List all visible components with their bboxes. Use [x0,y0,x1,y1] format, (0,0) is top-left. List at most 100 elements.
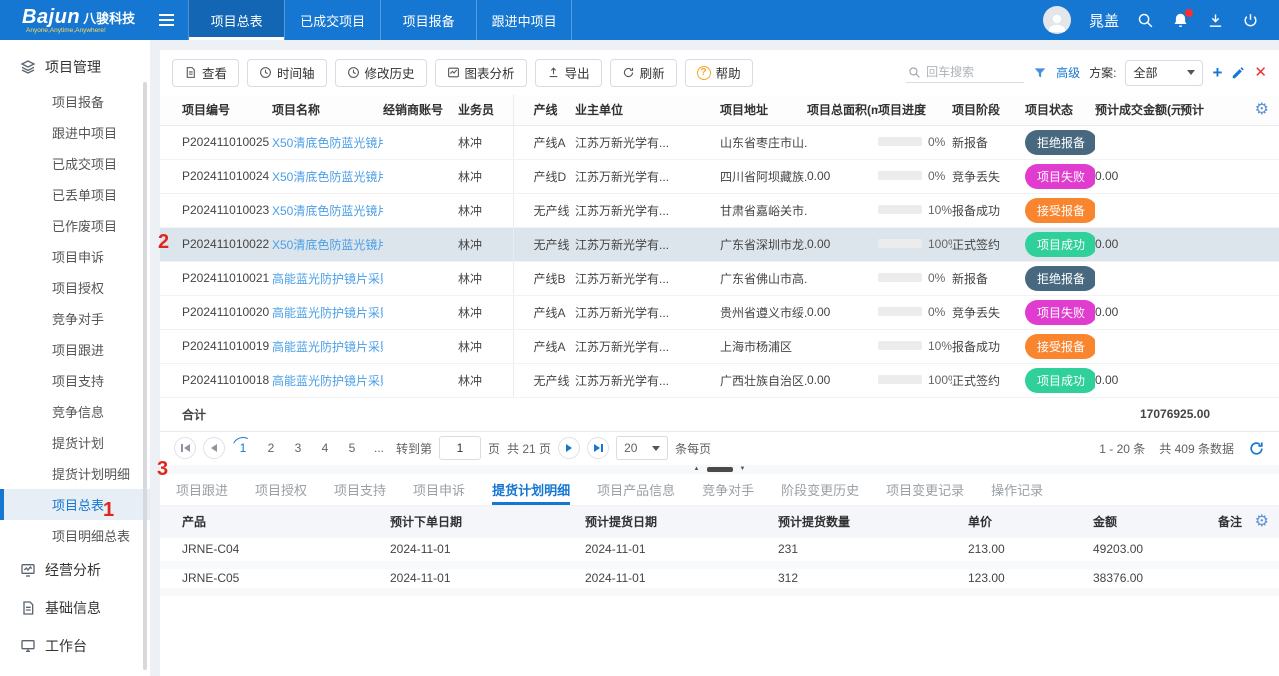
project-name-link[interactable]: X50清底色防蓝光镜片... [272,170,383,184]
sidebar-item-competitors[interactable]: 竞争对手 [0,303,150,334]
search-icon[interactable] [1137,12,1154,29]
project-name-link[interactable]: X50清底色防蓝光镜片... [272,136,383,150]
col-header-status[interactable]: 项目状态 [1025,95,1095,125]
sidebar-item-project-report[interactable]: 项目报备 [0,86,150,117]
status-badge[interactable]: 接受报备 [1025,334,1095,359]
detail-tab-competitors[interactable]: 竞争对手 [702,474,754,505]
sidebar-item-project-summary[interactable]: 项目总表 [0,489,150,520]
sidebar-item-following-projects[interactable]: 跟进中项目 [0,117,150,148]
detail-tab-operation-log[interactable]: 操作记录 [991,474,1043,505]
view-button[interactable]: 查看 [172,59,239,87]
col-header-dealer[interactable]: 经销商账号 [383,95,458,125]
table-row[interactable]: P202411010024 X50清底色防蓝光镜片... 林冲 产线D 江苏万新… [160,159,1279,193]
project-name-link[interactable]: 高能蓝光防护镜片采购... [272,306,383,320]
sidebar-section-basic-info[interactable]: 基础信息 [0,589,150,627]
table-row-selected[interactable]: P202411010022 X50清底色防蓝光镜片... 林冲 无产线 江苏万新… [160,227,1279,261]
status-badge[interactable]: 接受报备 [1025,198,1095,223]
download-icon[interactable] [1207,12,1224,29]
splitter-handle[interactable] [707,467,733,472]
sidebar-item-project-followup[interactable]: 项目跟进 [0,334,150,365]
status-badge[interactable]: 项目失败 [1025,164,1095,189]
next-page-button[interactable] [558,437,580,459]
col-header-progress[interactable]: 项目进度 [878,95,952,125]
power-logout-icon[interactable] [1242,12,1259,29]
page-size-select[interactable]: 20 [616,436,668,460]
detail-tab-stage-history[interactable]: 阶段变更历史 [781,474,859,505]
col-header-owner-unit[interactable]: 业主单位 [575,95,720,125]
status-badge[interactable]: 项目失败 [1025,300,1095,325]
page-button[interactable]: 3 [288,441,308,455]
hamburger-menu-icon[interactable] [145,0,188,40]
collapse-up-icon[interactable]: ▲ [694,466,700,472]
timeline-button[interactable]: 时间轴 [247,59,327,87]
sidebar-scrollbar[interactable] [143,82,147,670]
col-header-delivery-date[interactable]: 预计提货日期 [585,506,778,538]
status-badge[interactable]: 项目成功 [1025,232,1095,257]
status-badge[interactable]: 项目成功 [1025,368,1095,393]
status-badge[interactable]: 拒绝报备 [1025,130,1095,155]
export-button[interactable]: 导出 [535,59,602,87]
table-row[interactable]: P202411010025 X50清底色防蓝光镜片... 林冲 产线A 江苏万新… [160,125,1279,159]
detail-tab-appeal[interactable]: 项目申诉 [413,474,465,505]
nav-tab-project-summary[interactable]: 项目总表 [188,0,284,40]
nav-tab-project-report[interactable]: 项目报备 [380,0,476,40]
search-input[interactable] [926,65,1016,79]
detail-tab-product-info[interactable]: 项目产品信息 [597,474,675,505]
prev-page-button[interactable] [203,437,225,459]
chart-analysis-button[interactable]: 图表分析 [435,59,527,87]
edit-scheme-icon[interactable] [1231,66,1245,80]
col-header-project-id[interactable]: 项目编号 [160,95,272,125]
project-name-link[interactable]: X50清底色防蓝光镜片... [272,204,383,218]
project-name-link[interactable]: 高能蓝光防护镜片采购... [272,340,383,354]
nav-tab-closed-projects[interactable]: 已成交项目 [284,0,380,40]
last-page-button[interactable] [587,437,609,459]
refresh-button[interactable]: 刷新 [610,59,677,87]
col-header-order-date[interactable]: 预计下单日期 [390,506,585,538]
sidebar-item-competition-info[interactable]: 竞争信息 [0,396,150,427]
detail-tab-delivery-plan-detail[interactable]: 提货计划明细 [492,474,570,505]
nav-tab-following-projects[interactable]: 跟进中项目 [476,0,572,40]
project-name-link[interactable]: 高能蓝光防护镜片采购... [272,374,383,388]
sidebar-item-project-detail-summary[interactable]: 项目明细总表 [0,520,150,551]
col-header-expected-amount[interactable]: 预计成交金额(元) [1095,95,1180,125]
add-scheme-icon[interactable]: + [1212,64,1222,81]
sidebar-item-project-appeal[interactable]: 项目申诉 [0,241,150,272]
help-button[interactable]: ? 帮助 [685,59,753,87]
collapse-down-icon[interactable]: ▼ [740,466,746,472]
detail-column-settings-gear-icon[interactable]: ⚙ [1255,514,1269,530]
panel-splitter[interactable]: ▲ ▼ [160,465,1279,474]
sidebar-section-project-management[interactable]: 项目管理 [0,48,150,86]
detail-tab-support[interactable]: 项目支持 [334,474,386,505]
page-button[interactable]: 5 [342,441,362,455]
scheme-select[interactable]: 全部 [1125,60,1203,86]
sidebar-item-delivery-plan[interactable]: 提货计划 [0,427,150,458]
column-settings-gear-icon[interactable]: ⚙ [1255,102,1269,118]
advanced-search-link[interactable]: 高级 [1056,64,1080,81]
filter-funnel-icon[interactable] [1033,66,1047,80]
sidebar-item-project-support[interactable]: 项目支持 [0,365,150,396]
modify-history-button[interactable]: 修改历史 [335,59,427,87]
col-header-qty[interactable]: 预计提货数量 [778,506,968,538]
col-header-stage[interactable]: 项目阶段 [952,95,1025,125]
detail-tab-authorization[interactable]: 项目授权 [255,474,307,505]
page-button[interactable]: 2 [261,441,281,455]
detail-row[interactable]: JRNE-C04 2024-11-01 2024-11-01 231 213.0… [160,538,1279,565]
table-row[interactable]: P202411010019 高能蓝光防护镜片采购... 林冲 产线A 江苏万新光… [160,329,1279,363]
sidebar-item-project-authorization[interactable]: 项目授权 [0,272,150,303]
project-name-link[interactable]: X50清底色防蓝光镜片... [272,238,383,252]
sidebar-item-lost-projects[interactable]: 已丢单项目 [0,179,150,210]
sidebar-item-delivery-plan-detail[interactable]: 提货计划明细 [0,458,150,489]
status-badge[interactable]: 拒绝报备 [1025,266,1095,291]
delete-scheme-icon[interactable]: ✕ [1254,65,1267,80]
col-header-note[interactable]: 备注 [1218,506,1279,538]
first-page-button[interactable] [174,437,196,459]
col-header-address[interactable]: 项目地址 [720,95,807,125]
col-header-amount[interactable]: 金额 [1093,506,1218,538]
col-header-product-line[interactable]: 产线 [513,95,575,125]
notification-bell-icon[interactable] [1172,12,1189,29]
avatar[interactable] [1043,6,1071,34]
col-header-unit-price[interactable]: 单价 [968,506,1093,538]
detail-tab-followup[interactable]: 项目跟进 [176,474,228,505]
col-header-area[interactable]: 项目总面积(m²) [807,95,878,125]
table-row[interactable]: P202411010020 高能蓝光防护镜片采购... 林冲 产线A 江苏万新光… [160,295,1279,329]
